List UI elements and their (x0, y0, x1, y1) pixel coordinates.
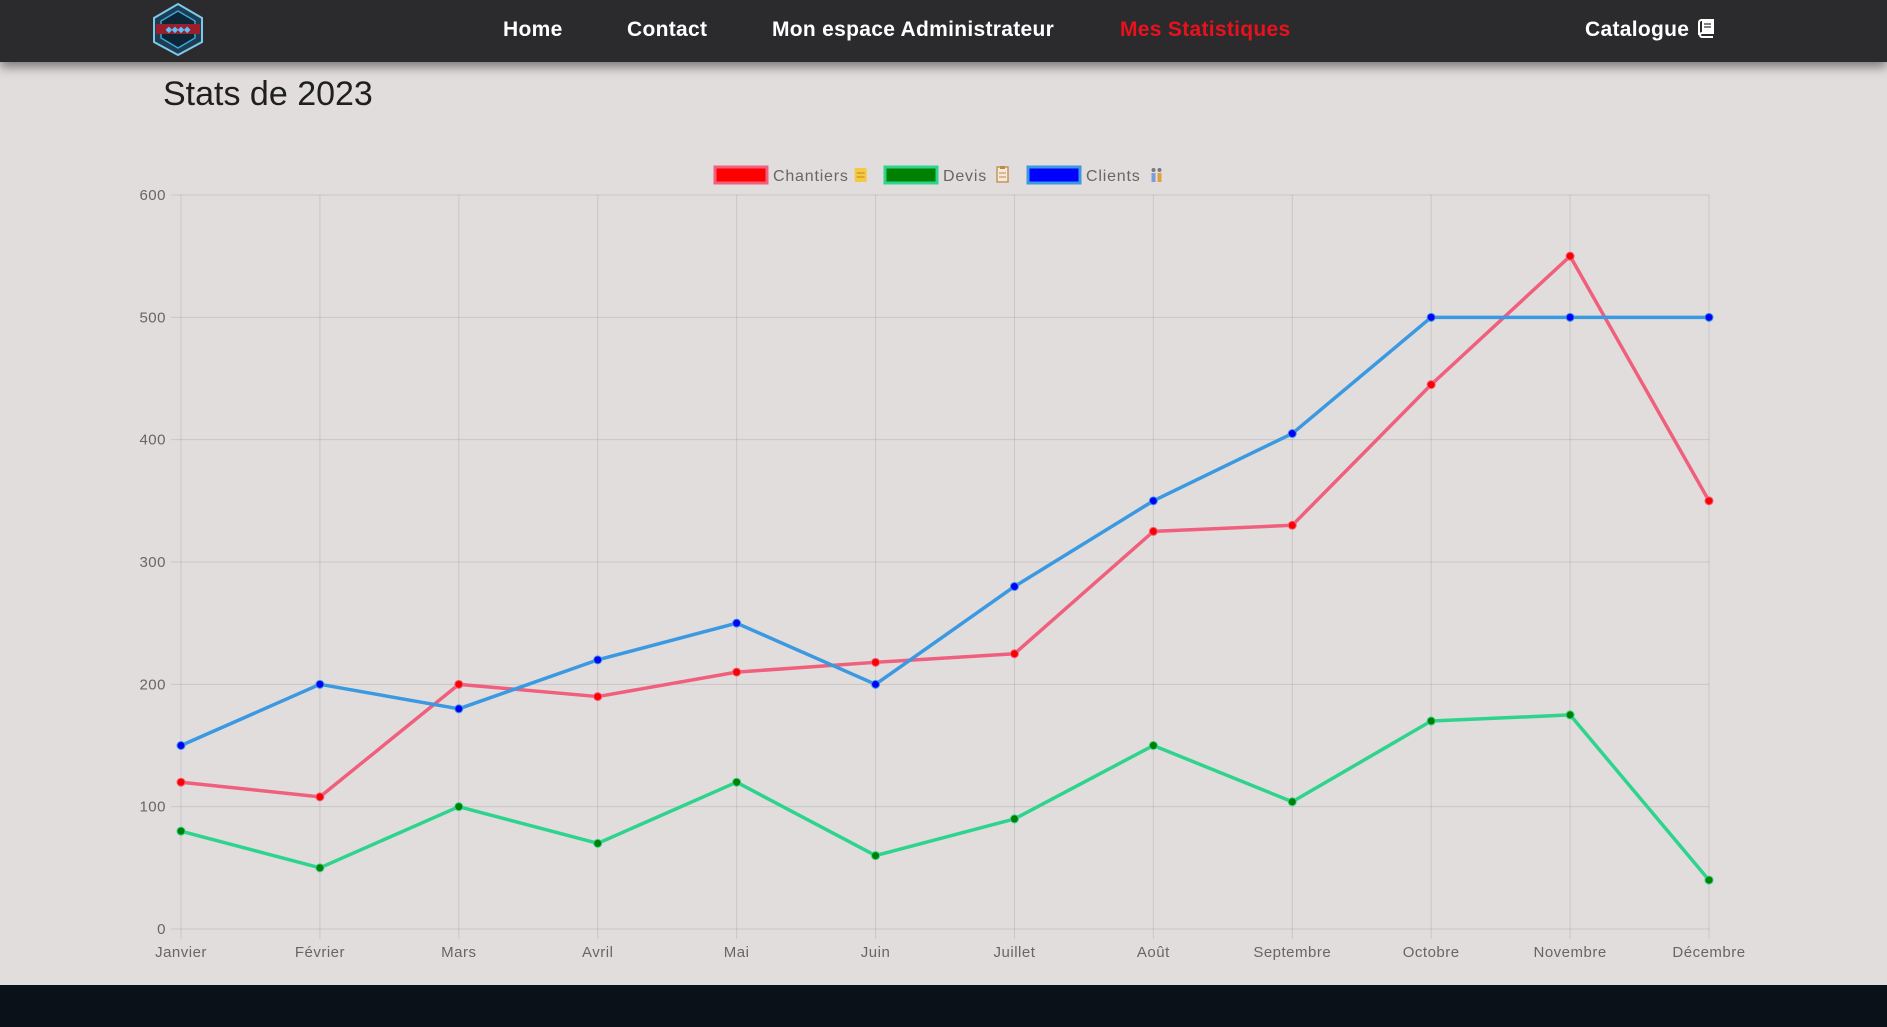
nav-catalogue-label: Catalogue (1585, 18, 1690, 41)
notepad-icon (854, 168, 867, 182)
x-tick-label: Mars (441, 944, 476, 961)
legend-swatch-clients (1026, 165, 1082, 185)
y-tick-label: 600 (139, 187, 166, 204)
data-point-chantiers (871, 657, 881, 667)
data-point-clients (593, 655, 603, 665)
series-line-clients (180, 315, 1709, 748)
data-point-devis (1148, 741, 1158, 750)
data-point-chantiers (454, 679, 464, 689)
data-point-chantiers (732, 667, 742, 677)
y-tick-label: 200 (139, 676, 166, 693)
data-point-clients (1009, 581, 1019, 591)
data-point-devis (1009, 814, 1019, 824)
data-point-chantiers (1426, 380, 1436, 390)
data-point-clients (176, 741, 186, 750)
x-tick-label: Mai (724, 944, 750, 961)
data-point-devis (315, 863, 325, 873)
x-tick-label: Avril (582, 944, 613, 961)
data-point-clients (1426, 312, 1436, 322)
data-point-clients (732, 618, 742, 628)
nav-home[interactable]: Home (503, 18, 563, 42)
book-icon (1698, 19, 1715, 38)
data-point-chantiers (176, 777, 186, 787)
family-icon (1151, 168, 1162, 182)
x-tick-label: Novembre (1533, 944, 1606, 961)
data-point-clients (1148, 496, 1158, 506)
x-tick-label: Juillet (994, 944, 1036, 961)
data-point-devis (1287, 797, 1297, 807)
data-point-clients (1565, 312, 1575, 322)
y-tick-label: 500 (139, 309, 166, 326)
x-tick-label: Juin (861, 944, 891, 961)
data-point-chantiers (1704, 496, 1714, 506)
legend-label-chantiers: Chantiers (773, 168, 849, 185)
y-tick-label: 0 (157, 921, 166, 938)
x-tick-label: Août (1137, 944, 1170, 961)
line-chart: 0 100 200 300 400 500 600 Janvier Février Mars Avr… (139, 165, 1745, 961)
y-tick-label: 400 (139, 432, 166, 449)
y-tick-label: 100 (139, 799, 166, 816)
data-point-clients (1704, 312, 1714, 322)
data-point-clients (1287, 429, 1297, 439)
x-tick-label: Septembre (1253, 944, 1331, 961)
data-point-devis (176, 826, 186, 836)
data-point-chantiers (1148, 526, 1158, 536)
x-tick-label: Octobre (1403, 944, 1460, 961)
company-logo-icon[interactable]: ◆◆◆◆ (150, 2, 206, 57)
x-tick-label: Février (295, 944, 345, 961)
nav-contact[interactable]: Contact (627, 18, 707, 42)
data-point-clients (315, 679, 325, 689)
nav-admin-space[interactable]: Mon espace Administrateur (772, 18, 1054, 42)
x-tick-label: Janvier (155, 944, 207, 961)
data-point-devis (1565, 710, 1575, 720)
data-point-devis (1704, 875, 1714, 885)
nav-catalogue[interactable]: Catalogue (1585, 18, 1715, 42)
legend-swatch-devis (883, 165, 939, 185)
data-point-chantiers (1565, 251, 1575, 261)
data-point-devis (454, 802, 464, 812)
data-point-chantiers (315, 792, 325, 802)
svg-text:◆◆◆◆: ◆◆◆◆ (165, 25, 191, 34)
data-point-devis (732, 777, 742, 787)
data-point-clients (871, 679, 881, 689)
x-tick-label: Décembre (1672, 944, 1745, 961)
legend-label-clients: Clients (1086, 168, 1141, 185)
legend-swatch-chantiers (713, 165, 769, 185)
legend-label-devis: Devis (943, 168, 987, 185)
nav-statistics[interactable]: Mes Statistiques (1120, 18, 1291, 42)
data-point-devis (871, 851, 881, 861)
clipboard-icon (996, 166, 1009, 183)
data-point-chantiers (1287, 520, 1297, 530)
data-point-devis (593, 838, 603, 848)
series-line-chantiers (180, 254, 1711, 799)
footer (0, 985, 1887, 1027)
navbar: ◆◆◆◆ Home Contact Mon espace Administrat… (0, 0, 1887, 62)
data-point-chantiers (1009, 649, 1019, 659)
data-point-clients (454, 704, 464, 714)
data-point-devis (1426, 716, 1436, 726)
y-tick-label: 300 (139, 554, 166, 571)
data-point-chantiers (593, 692, 603, 702)
series-line-devis (180, 713, 1711, 882)
